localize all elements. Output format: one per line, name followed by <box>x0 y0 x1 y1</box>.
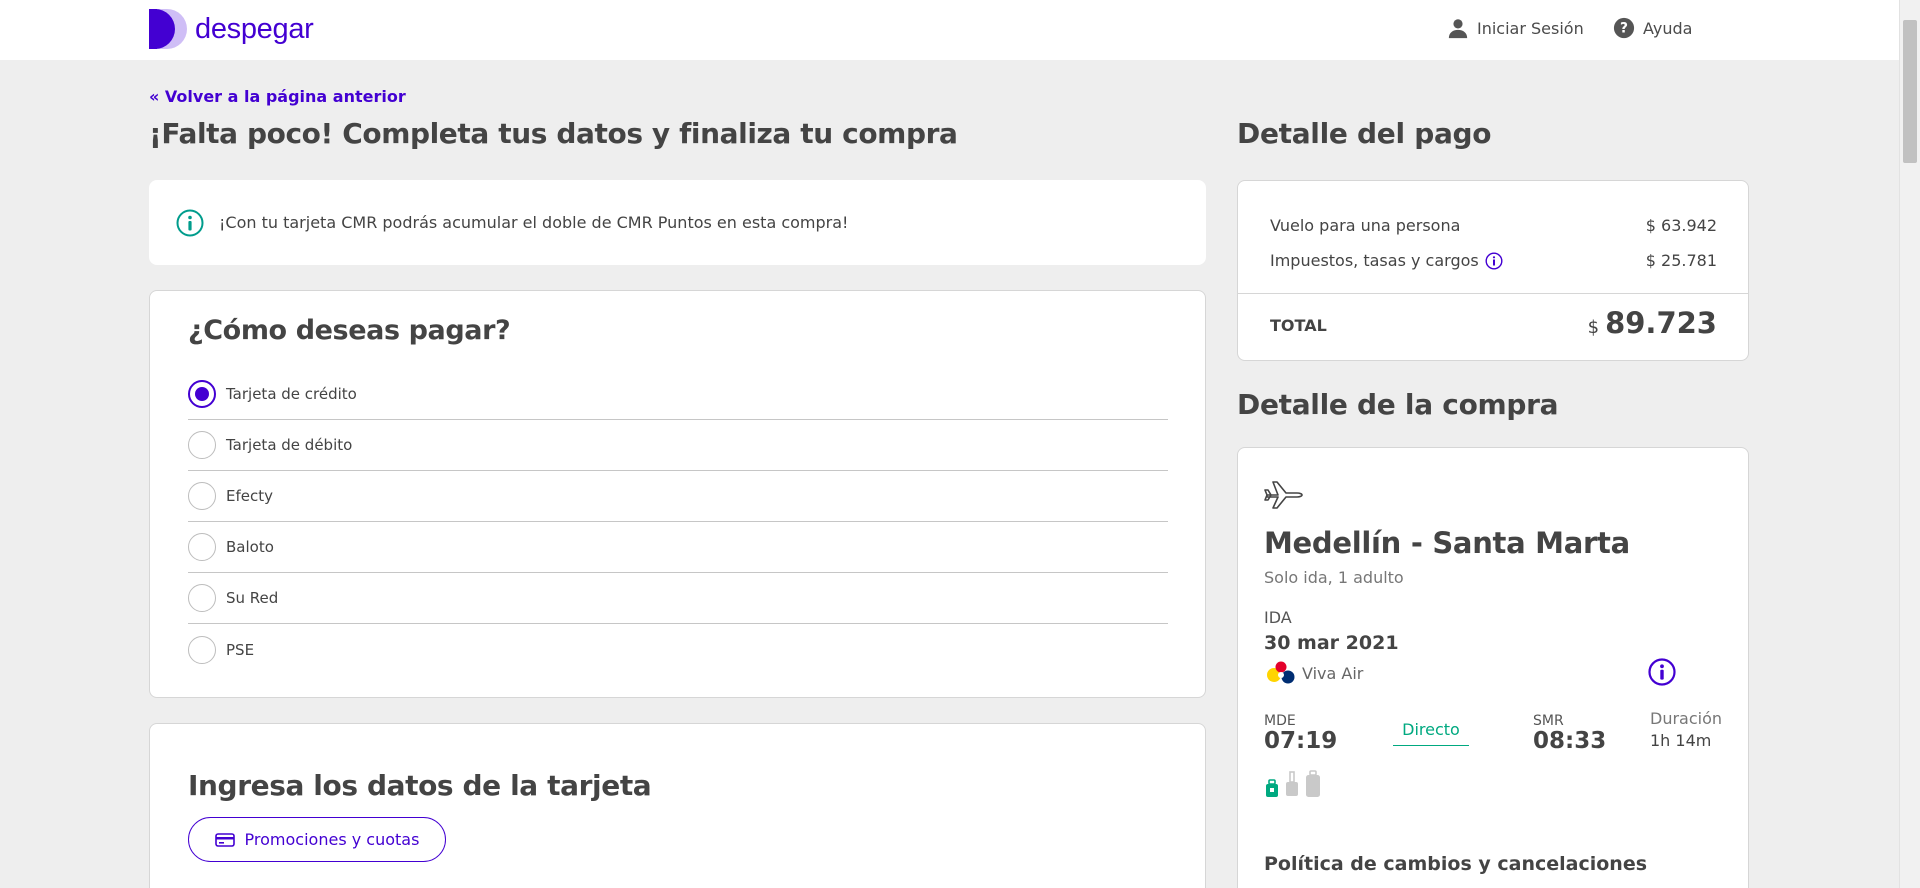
help-label: Ayuda <box>1643 18 1693 38</box>
price-row-taxes: Impuestos, tasas y cargos $ 25.781 <box>1270 251 1717 270</box>
option-label: Baloto <box>226 538 274 556</box>
dest-code: SMR <box>1533 713 1564 729</box>
airline-logo-icon <box>1267 661 1295 684</box>
notice-text: ¡Con tu tarjeta CMR podrás acumular el d… <box>219 213 849 232</box>
option-label: Efecty <box>226 487 273 505</box>
airline: Viva Air <box>1264 660 1363 686</box>
policy-title: Política de cambios y cancelaciones <box>1264 853 1648 875</box>
option-label: PSE <box>226 640 255 659</box>
radio-checked[interactable] <box>188 380 216 408</box>
taxes-label-wrap: Impuestos, tasas y cargos <box>1270 251 1503 270</box>
page-title: ¡Falta poco! Completa tus datos y finali… <box>149 117 958 150</box>
user-icon <box>1448 19 1468 39</box>
price-row-flight: Vuelo para una persona $ 63.942 <box>1270 216 1717 235</box>
route-title: Medellín - Santa Marta <box>1264 526 1630 560</box>
divider <box>1238 293 1748 294</box>
price-value: $ 25.781 <box>1645 251 1717 270</box>
payment-option-pse[interactable]: PSE <box>188 624 1168 675</box>
svg-text:?: ? <box>1620 21 1628 37</box>
payment-option-efecty[interactable]: Efecty <box>188 471 1168 522</box>
duration-value: 1h 14m <box>1650 731 1712 750</box>
back-link[interactable]: « Volver a la página anterior <box>149 87 406 106</box>
radio-unchecked[interactable] <box>188 533 216 561</box>
flight-date: 30 mar 2021 <box>1264 632 1399 654</box>
personal-item-icon <box>1266 779 1278 797</box>
credit-card-icon <box>214 832 235 847</box>
option-label: Su Red <box>226 589 279 607</box>
payment-method-title: ¿Cómo deseas pagar? <box>188 315 511 346</box>
logo-mark-icon <box>149 9 189 49</box>
logo-text: despegar <box>195 12 314 45</box>
help-circle-icon: ? <box>1613 17 1635 39</box>
airline-name: Viva Air <box>1302 663 1364 683</box>
price-label: Impuestos, tasas y cargos <box>1270 251 1479 270</box>
page-scrollbar[interactable] <box>1899 0 1920 888</box>
plane-icon <box>1264 481 1303 509</box>
scrollbar-thumb[interactable] <box>1903 20 1917 163</box>
payment-method-card: ¿Cómo deseas pagar? Tarjeta de crédito T… <box>149 290 1206 698</box>
price-value: $ 63.942 <box>1645 216 1717 235</box>
baggage-icons <box>1264 770 1325 798</box>
leg-label: IDA <box>1264 608 1292 627</box>
carry-on-icon <box>1286 771 1298 796</box>
radio-unchecked[interactable] <box>188 584 216 612</box>
payment-detail-title: Detalle del pago <box>1237 117 1492 150</box>
login-label: Iniciar Sesión <box>1477 18 1584 38</box>
payment-option-sured[interactable]: Su Red <box>188 573 1168 624</box>
duration-label: Duración <box>1650 709 1723 728</box>
price-label: Vuelo para una persona <box>1270 216 1461 235</box>
total-label: TOTAL <box>1270 316 1327 335</box>
payment-detail-card: Vuelo para una persona $ 63.942 Impuesto… <box>1237 180 1749 361</box>
info-circle-icon <box>176 209 204 236</box>
purchase-detail-card: Medellín - Santa Marta Solo ida, 1 adult… <box>1237 447 1749 888</box>
radio-unchecked[interactable] <box>188 635 216 664</box>
stops-label: Directo <box>1393 720 1469 746</box>
help-link[interactable]: ? Ayuda <box>1613 17 1692 39</box>
info-icon[interactable] <box>1485 251 1503 270</box>
trip-type: Solo ida, 1 adulto <box>1264 568 1404 587</box>
promotions-button[interactable]: Promociones y cuotas <box>188 817 446 862</box>
total-amount: 89.723 <box>1605 306 1717 340</box>
origin-time: 07:19 <box>1264 728 1338 754</box>
despegar-logo[interactable]: despegar <box>149 9 314 49</box>
payment-option-baloto[interactable]: Baloto <box>188 522 1168 573</box>
payment-option-credit[interactable]: Tarjeta de crédito <box>188 369 1168 420</box>
checked-bag-icon <box>1306 770 1320 797</box>
radio-unchecked[interactable] <box>188 482 216 510</box>
promotions-label: Promociones y cuotas <box>244 830 420 849</box>
total-currency: $ <box>1587 317 1600 338</box>
login-link[interactable]: Iniciar Sesión <box>1447 17 1584 39</box>
payment-option-debit[interactable]: Tarjeta de débito <box>188 420 1168 471</box>
cmr-notice: ¡Con tu tarjeta CMR podrás acumular el d… <box>149 180 1206 265</box>
option-label: Tarjeta de débito <box>226 436 353 454</box>
card-data-title: Ingresa los datos de la tarjeta <box>188 769 652 802</box>
origin-code: MDE <box>1264 713 1296 729</box>
option-label: Tarjeta de crédito <box>226 385 357 403</box>
radio-unchecked[interactable] <box>188 431 216 459</box>
total-value: $ 89.723 <box>1588 306 1717 340</box>
payment-options: Tarjeta de crédito Tarjeta de débito Efe… <box>188 369 1168 675</box>
dest-time: 08:33 <box>1533 728 1607 754</box>
top-header: despegar Iniciar Sesión ? Ayuda <box>0 0 1899 60</box>
card-data-section: Ingresa los datos de la tarjeta Promocio… <box>149 723 1206 888</box>
flight-info-icon[interactable] <box>1648 658 1676 686</box>
purchase-detail-title: Detalle de la compra <box>1237 388 1559 421</box>
